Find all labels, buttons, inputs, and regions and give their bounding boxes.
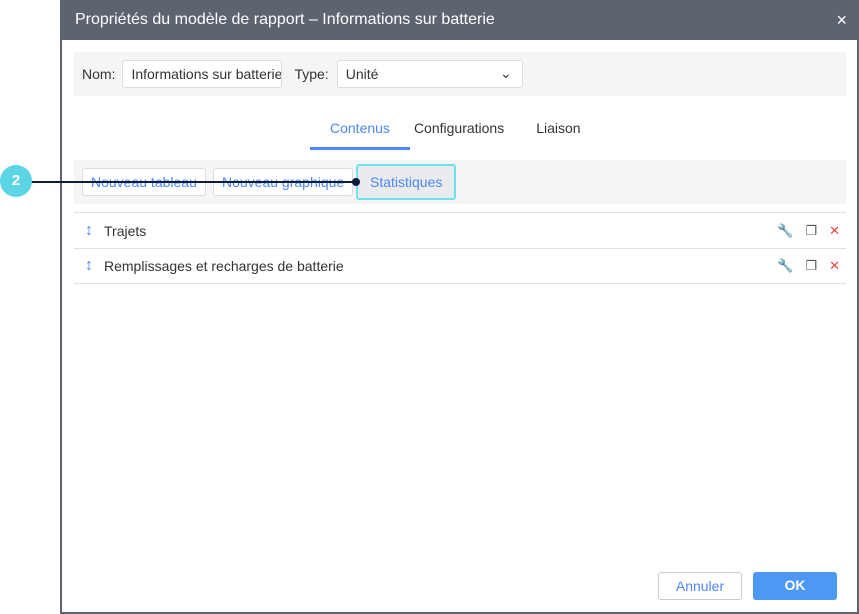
wrench-icon[interactable]: 🔧 bbox=[777, 258, 793, 274]
callout-line bbox=[30, 181, 356, 183]
table-row[interactable]: ↕ Remplissages et recharges de batterie … bbox=[74, 248, 846, 284]
callout-dot bbox=[352, 178, 360, 186]
ok-button[interactable]: OK bbox=[753, 572, 837, 600]
type-select-value: Unité bbox=[345, 66, 379, 82]
row-label: Remplissages et recharges de batterie bbox=[104, 258, 344, 274]
copy-icon[interactable]: ❐ bbox=[805, 258, 817, 274]
type-label: Type: bbox=[294, 66, 329, 82]
properties-bar: Nom: Informations sur batterie Type: Uni… bbox=[74, 52, 846, 96]
dialog-title: Propriétés du modèle de rapport – Inform… bbox=[75, 11, 495, 28]
callout-badge: 2 bbox=[0, 165, 32, 197]
dialog-titlebar: Propriétés du modèle de rapport – Inform… bbox=[62, 0, 857, 40]
name-label: Nom: bbox=[82, 66, 116, 82]
type-select[interactable]: Unité ⌄ bbox=[336, 60, 523, 88]
tab-link[interactable]: Liaison bbox=[536, 108, 580, 150]
tab-bar: Contenus Configurations Liaison bbox=[310, 108, 597, 150]
report-template-dialog: Propriétés du modèle de rapport – Inform… bbox=[60, 0, 859, 614]
delete-icon[interactable]: ✕ bbox=[829, 223, 840, 239]
tab-configurations[interactable]: Configurations bbox=[414, 108, 504, 150]
statistics-button[interactable]: Statistiques bbox=[356, 164, 457, 200]
reorder-icon[interactable]: ↕ bbox=[74, 222, 104, 240]
reorder-icon[interactable]: ↕ bbox=[74, 257, 104, 275]
chevron-down-icon: ⌄ bbox=[499, 65, 512, 81]
table-row[interactable]: ↕ Trajets 🔧 ❐ ✕ bbox=[74, 212, 846, 248]
delete-icon[interactable]: ✕ bbox=[829, 258, 840, 274]
name-input[interactable]: Informations sur batterie bbox=[122, 60, 283, 88]
tab-contents[interactable]: Contenus bbox=[310, 108, 410, 150]
close-icon[interactable]: × bbox=[836, 0, 847, 40]
cancel-button[interactable]: Annuler bbox=[658, 572, 742, 600]
wrench-icon[interactable]: 🔧 bbox=[777, 223, 793, 239]
row-label: Trajets bbox=[104, 222, 147, 239]
copy-icon[interactable]: ❐ bbox=[805, 223, 817, 239]
